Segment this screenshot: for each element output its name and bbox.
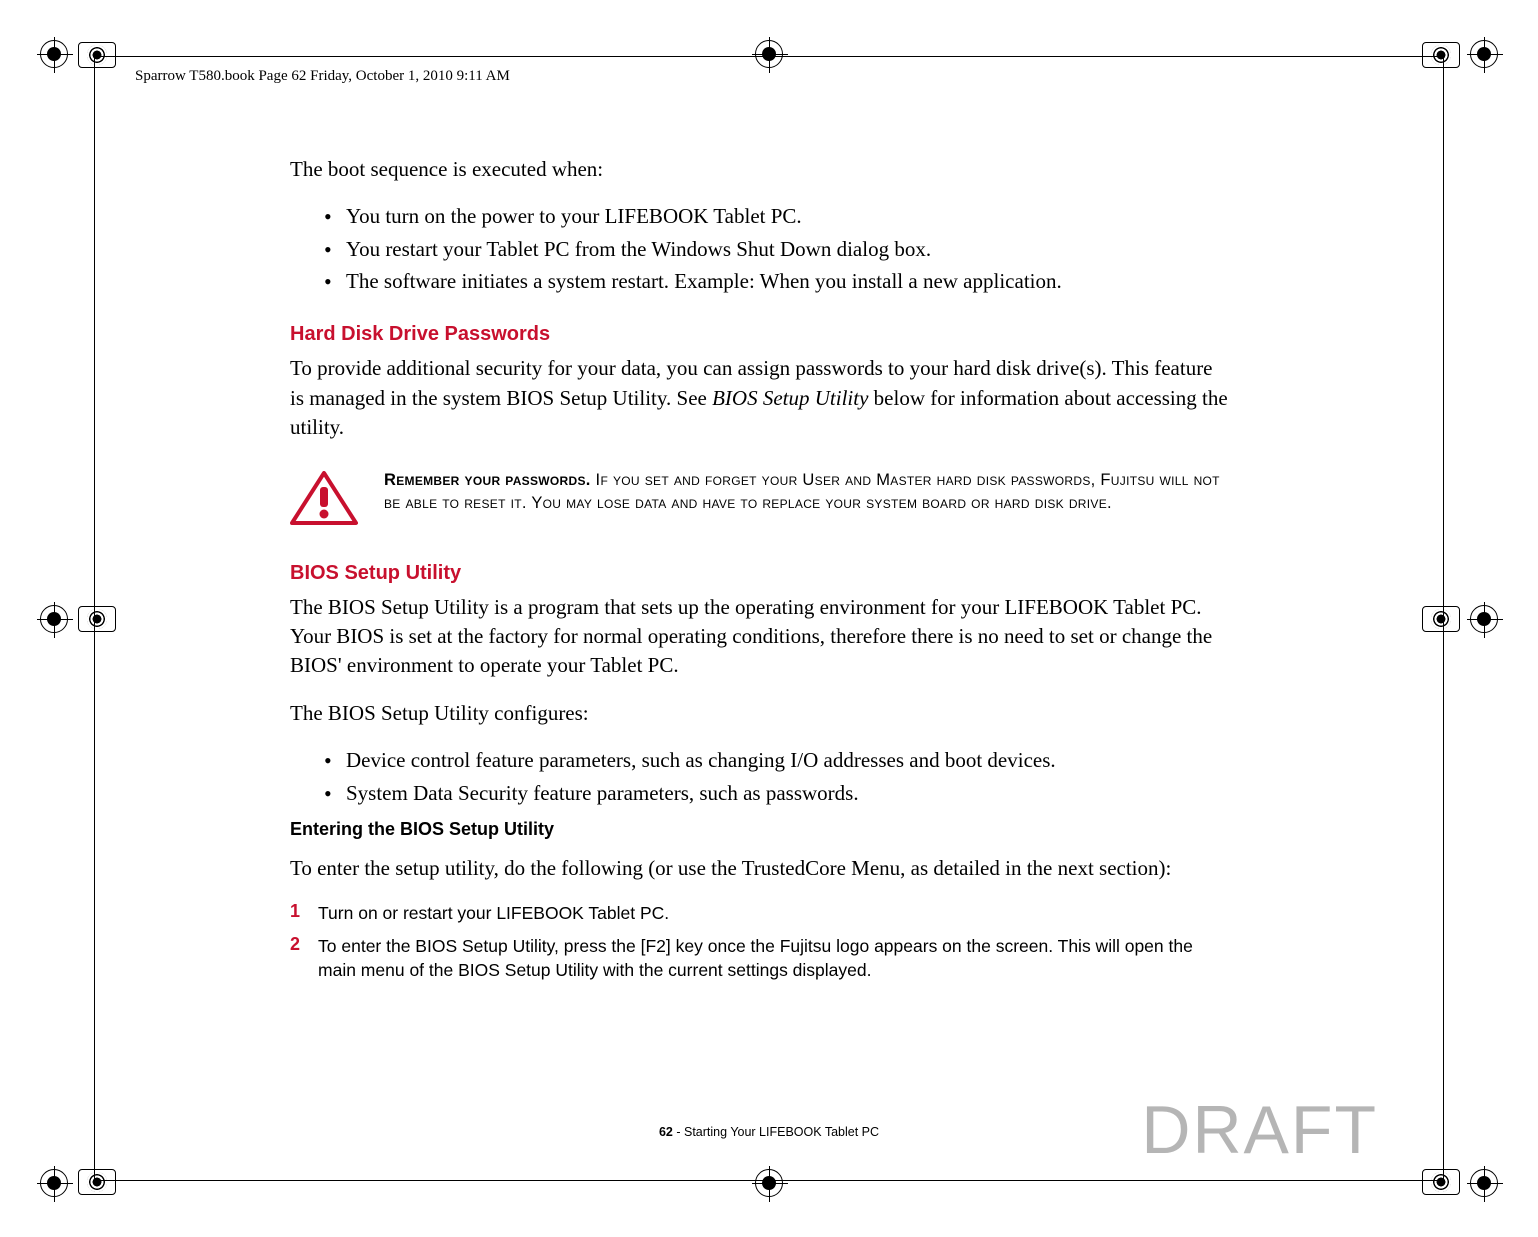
registration-mark [40, 40, 68, 68]
footer-title: - Starting Your LIFEBOOK Tablet PC [673, 1125, 879, 1139]
bios-heading: BIOS Setup Utility [290, 562, 1230, 585]
page-header: Sparrow T580.book Page 62 Friday, Octobe… [135, 68, 510, 85]
text-italic: BIOS Setup Utility [712, 386, 868, 410]
step-number: 1 [290, 901, 300, 922]
bios-para3: To enter the setup utility, do the follo… [290, 854, 1230, 883]
warning-callout: Remember your passwords. If you set and … [290, 463, 1230, 538]
hdd-passwords-heading: Hard Disk Drive Passwords [290, 323, 1230, 346]
bios-config-list: Device control feature parameters, such … [290, 746, 1230, 807]
hdd-paragraph: To provide additional security for your … [290, 354, 1230, 442]
page-content: The boot sequence is executed when: You … [290, 155, 1230, 991]
warning-icon [290, 469, 358, 532]
color-bar-mark [78, 606, 116, 632]
color-bar-mark [78, 42, 116, 68]
list-item: The software initiates a system restart.… [324, 267, 1230, 295]
registration-mark [40, 1169, 68, 1197]
page-footer: 62 - Starting Your LIFEBOOK Tablet PC [659, 1125, 879, 1139]
list-item: You restart your Tablet PC from the Wind… [324, 235, 1230, 263]
bios-para1: The BIOS Setup Utility is a program that… [290, 593, 1230, 681]
registration-mark [755, 1169, 783, 1197]
list-item: You turn on the power to your LIFEBOOK T… [324, 202, 1230, 230]
step-text: Turn on or restart your LIFEBOOK Tablet … [318, 901, 669, 926]
entering-bios-heading: Entering the BIOS Setup Utility [290, 819, 1230, 840]
frame-line [1443, 56, 1444, 1181]
frame-line [94, 56, 95, 1181]
intro-text: The boot sequence is executed when: [290, 155, 1230, 184]
color-bar-mark [1422, 606, 1460, 632]
step-number: 2 [290, 934, 300, 955]
warning-bold: Remember your passwords. [384, 471, 591, 489]
color-bar-mark [78, 1169, 116, 1195]
list-item: Device control feature parameters, such … [324, 746, 1230, 774]
page-number: 62 [659, 1125, 673, 1139]
step-item: 1 Turn on or restart your LIFEBOOK Table… [290, 901, 1230, 926]
color-bar-mark [1422, 1169, 1460, 1195]
registration-mark [1470, 605, 1498, 633]
list-item: System Data Security feature parameters,… [324, 779, 1230, 807]
boot-sequence-list: You turn on the power to your LIFEBOOK T… [290, 202, 1230, 295]
step-text: To enter the BIOS Setup Utility, press t… [318, 934, 1230, 983]
registration-mark [1470, 1169, 1498, 1197]
registration-mark [1470, 40, 1498, 68]
warning-text: Remember your passwords. If you set and … [384, 469, 1230, 515]
frame-line [94, 1180, 1444, 1181]
frame-line [94, 56, 1444, 57]
color-bar-mark [1422, 42, 1460, 68]
draft-watermark: DRAFT [1141, 1091, 1378, 1169]
bios-para2: The BIOS Setup Utility configures: [290, 699, 1230, 728]
bios-steps: 1 Turn on or restart your LIFEBOOK Table… [290, 901, 1230, 983]
registration-mark [40, 605, 68, 633]
step-item: 2 To enter the BIOS Setup Utility, press… [290, 934, 1230, 983]
registration-mark [755, 40, 783, 68]
